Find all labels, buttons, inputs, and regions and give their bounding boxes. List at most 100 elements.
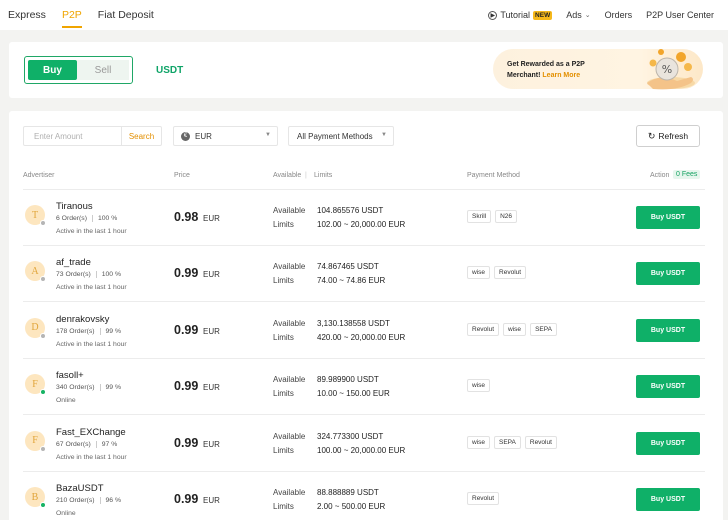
order-count: 178 Order(s)	[56, 327, 95, 335]
order-count: 6 Order(s)	[56, 215, 87, 222]
payment-tag: Skrill	[467, 210, 492, 223]
header-separator: |	[305, 172, 307, 179]
limits-value: 420.00 ~ 20,000.00 EUR	[317, 332, 406, 342]
currency-value: EUR	[195, 131, 212, 141]
zero-fees-badge: 0 Fees	[673, 170, 701, 179]
payment-methods: wise SEPA Revolut	[467, 435, 561, 449]
buy-usdt-button[interactable]: Buy USDT	[636, 431, 700, 455]
new-badge: NEW	[533, 10, 553, 20]
avatar[interactable]: D	[25, 317, 46, 339]
ads-menu[interactable]: Ads ⌄	[566, 10, 590, 20]
status-dot	[40, 276, 46, 283]
buy-usdt-button[interactable]: Buy USDT	[636, 488, 700, 511]
order-stats: 178 Order(s) 99 %	[56, 327, 121, 335]
completion-rate: 100 %	[101, 271, 122, 279]
order-stats: 6 Order(s) 100 %	[56, 215, 117, 222]
svg-text:%: %	[662, 63, 672, 76]
nav-p2p[interactable]: P2P	[54, 0, 90, 30]
available-value: 74.867465 USDT	[317, 262, 379, 272]
sell-tab[interactable]: Sell	[77, 60, 129, 80]
avatar-initial: D	[31, 322, 39, 334]
chevron-down-icon: ⌄	[584, 12, 591, 19]
available-label: Available	[273, 262, 306, 272]
order-count: 67 Order(s)	[56, 440, 91, 448]
payment-tag: wise	[467, 435, 491, 449]
avatar[interactable]: B	[25, 487, 46, 508]
advertiser-name[interactable]: fasoll+	[56, 370, 84, 381]
payment-methods: Skrill N26	[467, 210, 521, 223]
header-price: Price	[174, 172, 190, 179]
table-row: B BazaUSDT 210 Order(s) 96 % Online 0.99…	[9, 472, 723, 520]
limits-value: 2.00 ~ 500.00 EUR	[317, 502, 386, 511]
orders-link[interactable]: Orders	[605, 10, 633, 20]
buy-usdt-button[interactable]: Buy USDT	[636, 318, 700, 342]
coin-tab-usdt[interactable]: USDT	[156, 65, 183, 76]
status-dot	[40, 445, 46, 452]
completion-rate: 97 %	[101, 440, 118, 448]
avatar-initial: F	[32, 435, 38, 447]
payment-tag: N26	[495, 210, 518, 223]
available-value: 3,130.138558 USDT	[317, 318, 390, 328]
payment-method-value: All Payment Methods	[297, 131, 373, 141]
buy-usdt-button[interactable]: Buy USDT	[636, 206, 700, 229]
price-value: 0.99	[174, 266, 199, 281]
buy-tab[interactable]: Buy	[28, 60, 77, 80]
avatar[interactable]: A	[25, 261, 46, 283]
avatar-initial: A	[31, 265, 39, 277]
tutorial-label: Tutorial	[500, 10, 531, 20]
amount-input[interactable]	[24, 127, 121, 145]
stats-separator	[95, 271, 97, 279]
activity-status: Active in the last 1 hour	[56, 453, 127, 461]
learn-more-link[interactable]: Learn More	[542, 72, 580, 79]
currency-select[interactable]: € EUR ▼	[173, 126, 278, 146]
nav-fiat-deposit[interactable]: Fiat Deposit	[90, 0, 162, 30]
tutorial-link[interactable]: ▶ Tutorial NEW	[488, 10, 553, 20]
promo-line2: Merchant!	[507, 72, 541, 79]
available-value: 88.888889 USDT	[317, 488, 379, 497]
payment-tag: Revolut	[494, 266, 527, 280]
top-nav: Express P2P Fiat Deposit ▶ Tutorial NEW …	[0, 0, 728, 30]
price-currency: EUR	[203, 214, 220, 223]
payment-tag: wise	[467, 266, 491, 280]
avatar[interactable]: T	[25, 205, 46, 226]
refresh-button[interactable]: ↻ Refresh	[636, 125, 700, 147]
avatar[interactable]: F	[25, 374, 46, 396]
advertiser-name[interactable]: Tiranous	[56, 201, 93, 212]
amount-search-box: Search	[23, 126, 162, 146]
table-row: T Tiranous 6 Order(s) 100 % Active in th…	[9, 190, 723, 246]
price-currency: EUR	[203, 383, 220, 393]
advertiser-name[interactable]: BazaUSDT	[56, 483, 104, 494]
avatar[interactable]: F	[25, 430, 46, 452]
buy-usdt-button[interactable]: Buy USDT	[636, 262, 700, 286]
euro-icon: €	[181, 131, 190, 141]
price-value: 0.99	[174, 492, 199, 506]
price-value: 0.98	[174, 210, 199, 224]
available-label: Available	[273, 318, 306, 328]
limits-value: 102.00 ~ 20,000.00 EUR	[317, 220, 406, 229]
order-count: 210 Order(s)	[56, 497, 95, 504]
payment-tag: SEPA	[530, 322, 557, 336]
search-button[interactable]: Search	[121, 127, 161, 145]
play-icon: ▶	[488, 10, 498, 20]
merchant-promo-banner[interactable]: Get Rewarded as a P2P Merchant! Learn Mo…	[493, 49, 703, 90]
nav-express[interactable]: Express	[0, 0, 54, 30]
payment-method-select[interactable]: All Payment Methods ▼	[288, 126, 394, 146]
advertiser-name[interactable]: Fast_EXChange	[56, 427, 126, 438]
payment-methods: Revolut	[467, 492, 503, 505]
activity-status: Online	[56, 397, 76, 405]
limits-label: Limits	[273, 502, 294, 511]
header-advertiser: Advertiser	[23, 172, 55, 179]
available-label: Available	[273, 375, 306, 385]
limits-label: Limits	[273, 276, 294, 286]
advertiser-name[interactable]: af_trade	[56, 257, 91, 268]
header-available: Available	[273, 172, 302, 179]
table-row: F fasoll+ 340 Order(s) 99 % Online 0.99 …	[9, 359, 723, 416]
activity-status: Active in the last 1 hour	[56, 228, 127, 235]
table-row: D denrakovsky 178 Order(s) 99 % Active i…	[9, 303, 723, 359]
stats-separator	[99, 384, 101, 392]
user-center-link[interactable]: P2P User Center	[646, 10, 714, 20]
buy-usdt-button[interactable]: Buy USDT	[636, 375, 700, 399]
stats-separator	[99, 497, 101, 504]
status-dot	[40, 389, 46, 396]
advertiser-name[interactable]: denrakovsky	[56, 314, 109, 325]
